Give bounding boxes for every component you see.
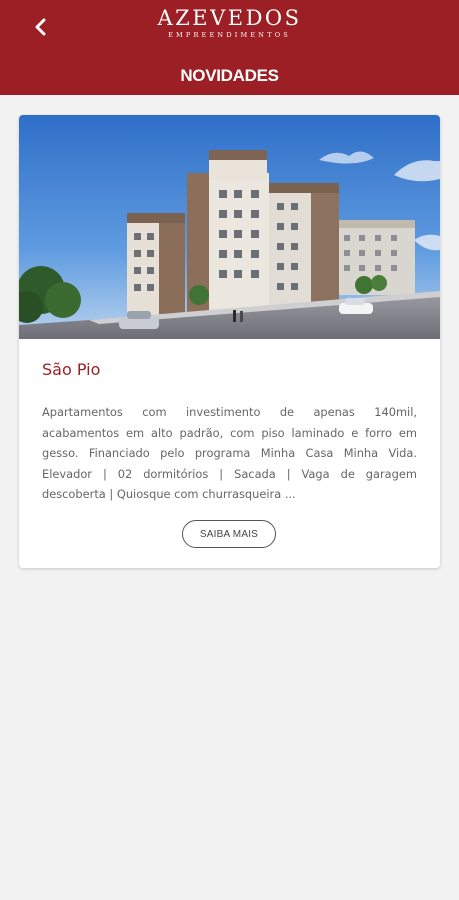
- listing-card: São Pio Apartamentos com investimento de…: [19, 115, 440, 568]
- brand-logo: AZEVEDOS EMPREENDIMENTOS: [0, 6, 459, 39]
- saiba-mais-button[interactable]: SAIBA MAIS: [182, 520, 276, 548]
- logo-wordmark: AZEVEDOS: [157, 6, 302, 30]
- page-title: NOVIDADES: [180, 66, 279, 85]
- listing-description: Apartamentos com investimento de apenas …: [42, 405, 417, 501]
- listing-image: [19, 115, 440, 339]
- listing-title: São Pio: [42, 360, 101, 379]
- app-header: AZEVEDOS EMPREENDIMENTOS NOVIDADES: [0, 0, 459, 95]
- logo-subtitle: EMPREENDIMENTOS: [168, 31, 291, 39]
